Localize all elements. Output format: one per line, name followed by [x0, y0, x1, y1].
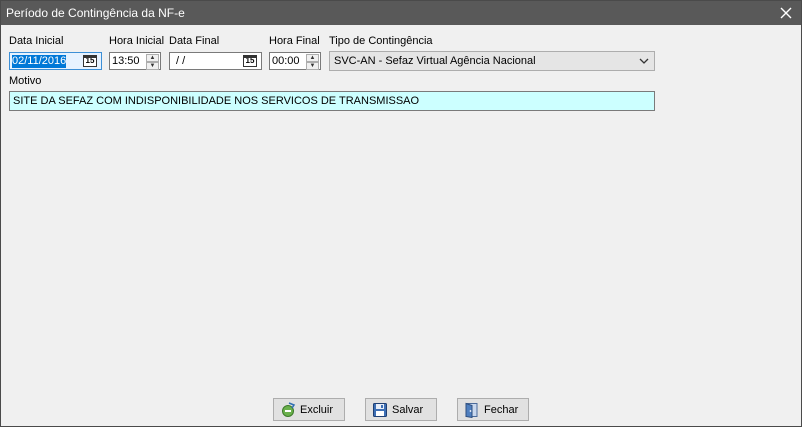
hora-final-label: Hora Final: [269, 35, 320, 47]
hora-final-field[interactable]: 00:00 ▲ ▼: [269, 52, 321, 70]
hora-final-value: 00:00: [272, 55, 300, 67]
motivo-value: SITE DA SEFAZ COM INDISPONIBILIDADE NOS …: [13, 95, 420, 107]
hora-inicial-spinner[interactable]: ▲ ▼: [146, 54, 159, 70]
data-final-label: Data Final: [169, 35, 220, 47]
excluir-label: Excluir: [300, 403, 334, 416]
hora-inicial-field[interactable]: 13:50 ▲ ▼: [109, 52, 161, 70]
tipo-contingencia-value: SVC-AN - Sefaz Virtual Agência Nacional: [334, 55, 536, 67]
exit-door-icon: [464, 402, 480, 418]
spin-up-icon[interactable]: ▲: [146, 54, 159, 62]
motivo-label: Motivo: [9, 75, 42, 87]
motivo-field[interactable]: SITE DA SEFAZ COM INDISPONIBILIDADE NOS …: [9, 91, 655, 111]
data-inicial-label: Data Inicial: [9, 35, 64, 47]
floppy-disk-icon: [372, 402, 388, 418]
contingency-dialog: Período de Contingência da NF-e Data Ini…: [0, 0, 802, 427]
hora-final-spinner[interactable]: ▲ ▼: [306, 54, 319, 70]
calendar-icon[interactable]: 15: [83, 55, 97, 67]
salvar-button[interactable]: Salvar: [365, 398, 437, 421]
hora-inicial-value: 13:50: [112, 55, 140, 67]
excluir-button[interactable]: Excluir: [273, 398, 345, 421]
data-final-field[interactable]: / / 15: [169, 52, 262, 70]
close-icon: [780, 7, 792, 19]
data-inicial-value: 02/11/2016: [12, 55, 67, 68]
calendar-icon[interactable]: 15: [243, 55, 257, 67]
tipo-contingencia-select[interactable]: SVC-AN - Sefaz Virtual Agência Nacional: [329, 51, 655, 71]
close-button[interactable]: [771, 1, 801, 25]
title-bar: Período de Contingência da NF-e: [1, 1, 801, 25]
fechar-button[interactable]: Fechar: [457, 398, 529, 421]
spin-up-icon[interactable]: ▲: [306, 54, 319, 62]
spin-down-icon[interactable]: ▼: [146, 62, 159, 70]
tipo-contingencia-label: Tipo de Contingência: [329, 35, 433, 47]
salvar-label: Salvar: [392, 403, 424, 416]
chevron-down-icon: [639, 58, 649, 64]
window-title: Período de Contingência da NF-e: [6, 6, 185, 20]
hora-inicial-label: Hora Inicial: [109, 35, 165, 47]
data-inicial-field[interactable]: 02/11/2016 15: [9, 52, 102, 70]
fechar-label: Fechar: [484, 403, 519, 416]
spin-down-icon[interactable]: ▼: [306, 62, 319, 70]
delete-icon: [280, 401, 296, 418]
data-final-value: / /: [176, 55, 186, 67]
